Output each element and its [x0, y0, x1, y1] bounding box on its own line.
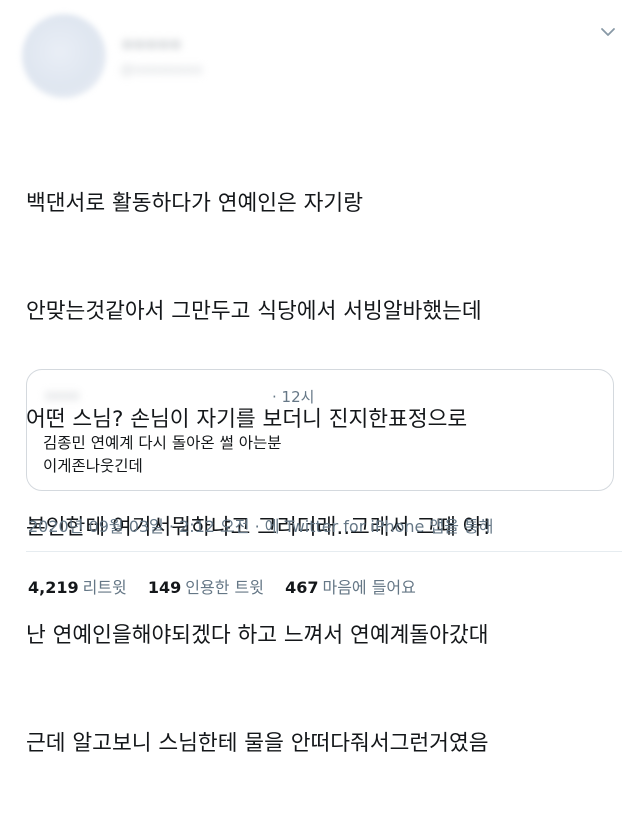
retweets-count: 4,219: [28, 578, 79, 597]
tweet-text-line: 난 연예인을해야되겠다 하고 느껴서 연예계돌아갔대: [26, 623, 489, 648]
quotes-label: 인용한 트윗: [185, 578, 264, 597]
likes-count: 467: [285, 578, 319, 597]
quoted-author-name: oooo: [45, 388, 80, 404]
quoted-text-line: 김종민 연예계 다시 돌아온 썰 아는분: [43, 434, 282, 452]
divider: [26, 551, 622, 552]
via-prefix: 에: [264, 517, 280, 536]
tweet-metadata: 2020년 09월 03일 · 2:12 오전 · 에 Twitter for …: [28, 513, 493, 537]
client-link[interactable]: Twitter for iPhone: [285, 517, 425, 536]
quoted-timestamp[interactable]: · 12시: [272, 386, 314, 407]
quoted-text-line: 이게존나웃긴데: [43, 457, 143, 475]
retweets-label: 리트윗: [82, 578, 127, 597]
quotes-stat[interactable]: 149 인용한 트윗: [148, 578, 264, 597]
display-name[interactable]: ooooo: [122, 34, 182, 53]
avatar[interactable]: [22, 14, 106, 98]
likes-label: 마음에 들어요: [322, 578, 416, 597]
via-suffix: 앱을 통해: [429, 517, 494, 536]
likes-stat[interactable]: 467 마음에 들어요: [285, 578, 416, 597]
quoted-tweet[interactable]: oooo · 12시 김종민 연예계 다시 돌아온 썰 아는분 이게존나웃긴데: [26, 369, 614, 491]
retweets-stat[interactable]: 4,219 리트윗: [28, 578, 127, 597]
tweet-stats: 4,219 리트윗 149 인용한 트윗 467 마음에 들어요: [28, 574, 432, 598]
tweet: ooooo @oooooooo 백댄서로 활동하다가 연예인은 자기랑 안맞는것…: [0, 0, 642, 756]
tweet-date[interactable]: 2020년 09월 03일 · 2:12 오전 ·: [28, 517, 260, 536]
tweet-text-line: 백댄서로 활동하다가 연예인은 자기랑: [26, 191, 363, 216]
user-handle[interactable]: @oooooooo: [120, 62, 203, 78]
tweet-text-line: 근데 알고보니 스님한테 물을 안떠다줘서그런거였음: [26, 731, 489, 756]
tweet-text-line: 안맞는것같아서 그만두고 식당에서 서빙알바했는데: [26, 299, 482, 324]
quoted-tweet-text: 김종민 연예계 다시 돌아온 썰 아는분 이게존나웃긴데: [43, 432, 282, 478]
chevron-down-icon[interactable]: [598, 22, 618, 42]
quotes-count: 149: [147, 578, 182, 597]
